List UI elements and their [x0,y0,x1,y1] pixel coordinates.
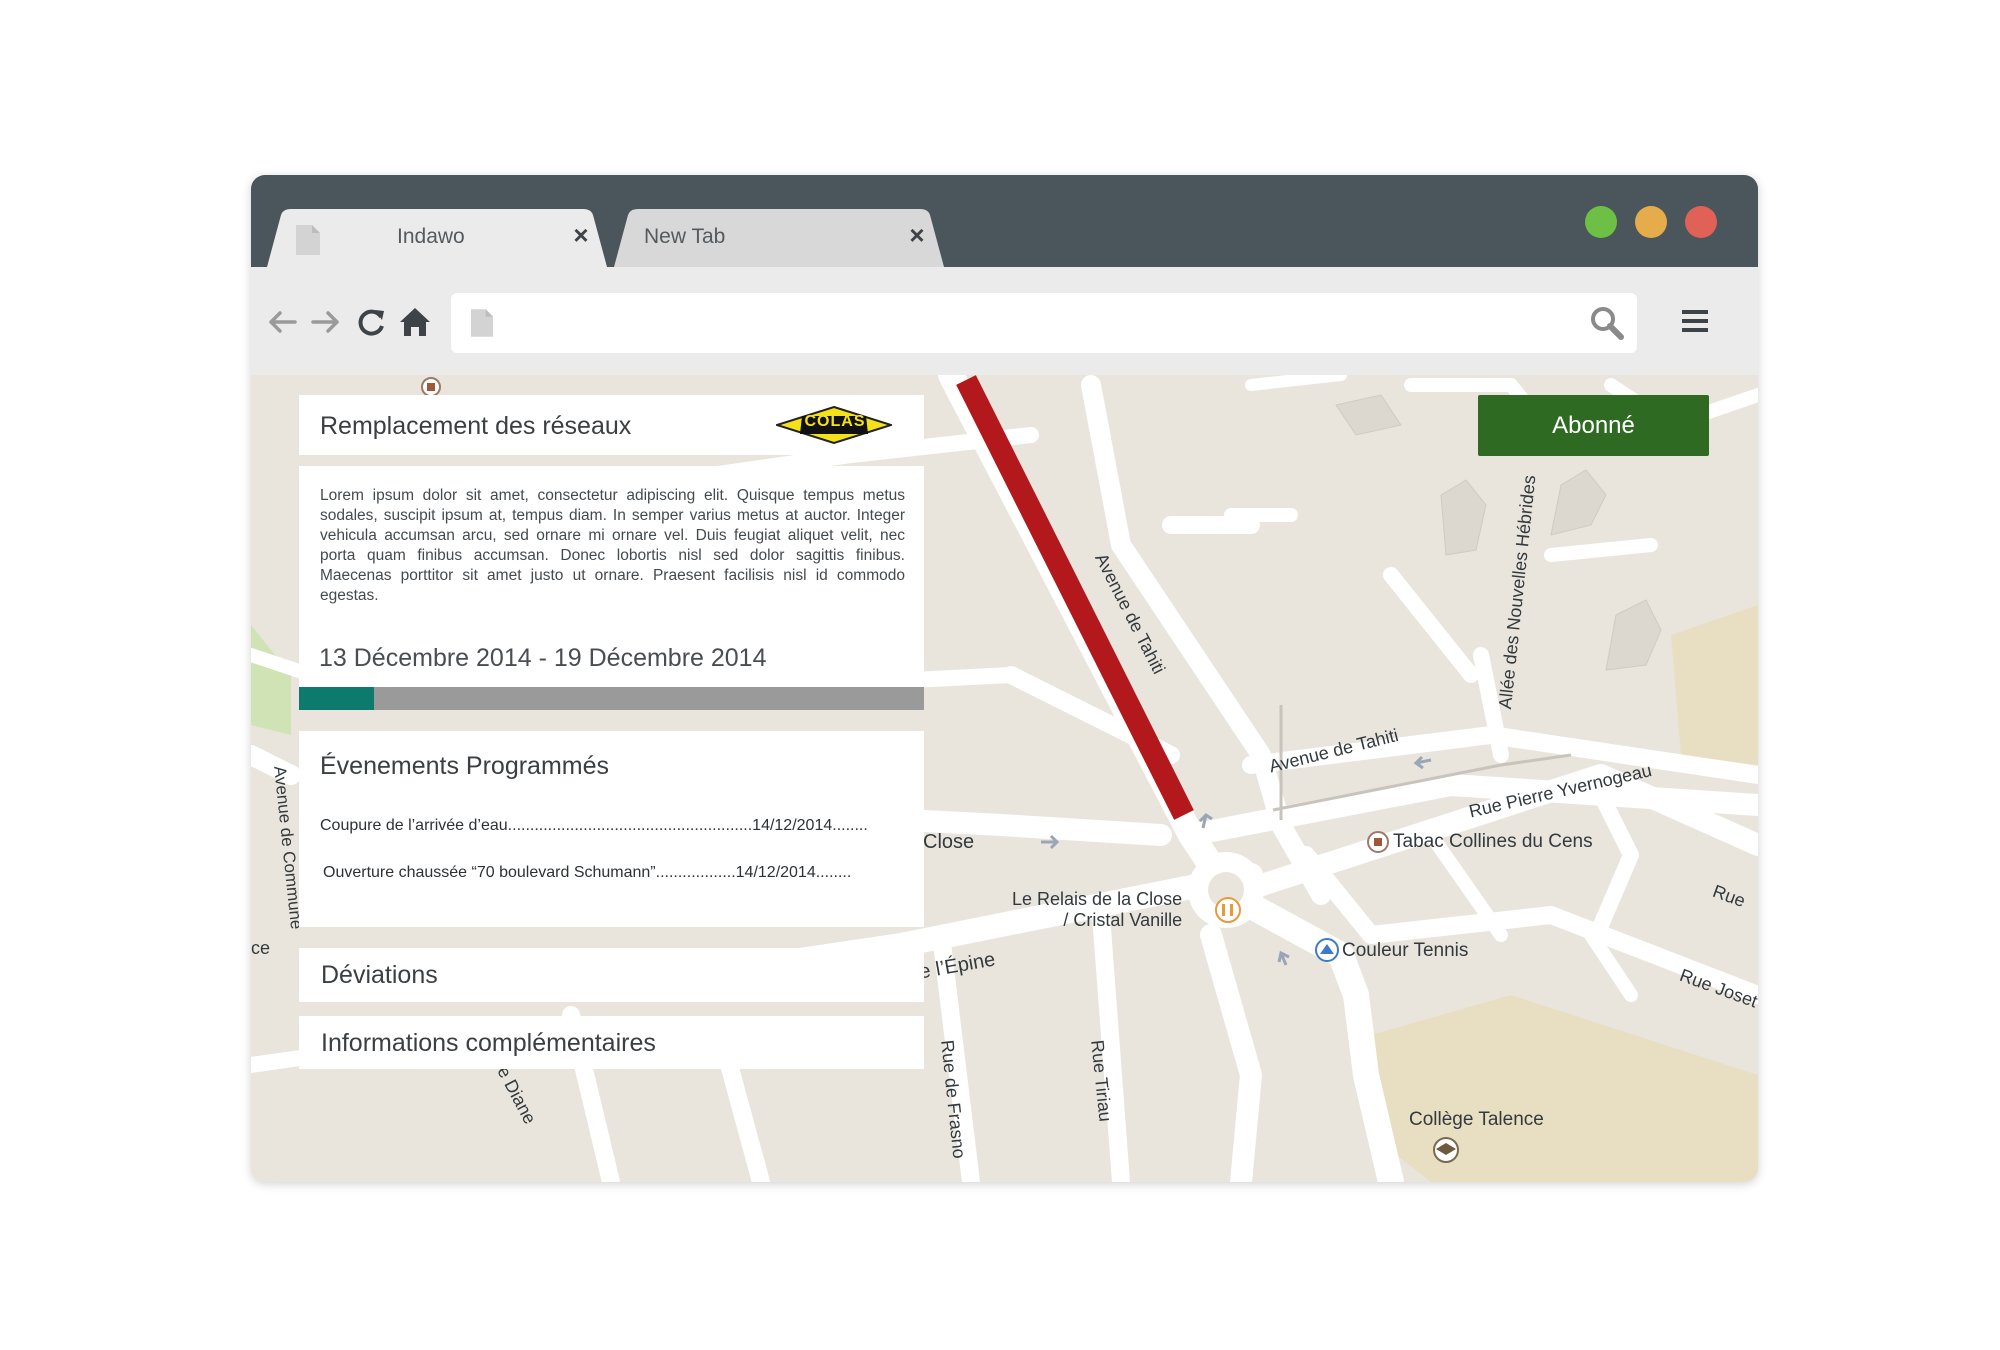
forward-arrow-icon[interactable] [309,305,343,339]
street-label: Close [923,831,975,853]
event-item[interactable]: Ouverture chaussée “70 boulevard Schuman… [323,864,851,882]
deviations-section[interactable]: Déviations [299,948,924,1002]
poi-label-tennis[interactable]: Couleur Tennis [1342,940,1468,962]
tab-new-tab[interactable]: New Tab × [614,209,954,267]
deviations-title: Déviations [321,961,438,989]
reload-icon[interactable] [354,305,388,339]
events-card: Évenements Programmés Coupure de l’arriv… [299,731,924,927]
close-icon[interactable]: × [570,222,592,248]
street-label: ce [251,938,271,958]
additional-info-section[interactable]: Informations complémentaires [299,1016,924,1069]
project-title-card: Remplacement des réseaux COLAS [299,395,924,455]
browser-toolbar [251,267,1758,375]
project-dates: 13 Décembre 2014 - 19 Décembre 2014 [319,644,767,672]
search-icon[interactable] [1589,305,1625,341]
browser-window: Indawo × New Tab × Avenue de Tahiti Aven… [251,175,1758,1182]
tab-label: New Tab [644,225,726,248]
menu-icon[interactable] [1682,308,1708,334]
address-bar[interactable] [451,293,1637,353]
event-item[interactable]: Coupure de l’arrivée d’eau..............… [320,817,868,835]
progress-bar [299,687,924,710]
additional-info-title: Informations complémentaires [321,1029,656,1057]
events-heading: Évenements Programmés [320,752,610,780]
project-description: Lorem ipsum dolor sit amet, consectetur … [320,487,905,604]
page-icon [296,225,320,255]
page-icon [471,309,493,337]
minimize-button[interactable] [1635,206,1667,238]
title-bar: Indawo × New Tab × [251,175,1758,267]
progress-fill [299,687,374,710]
poi-label-college[interactable]: Collège Talence [1409,1109,1544,1131]
project-title: Remplacement des réseaux [320,412,632,440]
close-window-button[interactable] [1685,206,1717,238]
home-icon[interactable] [398,305,432,339]
subscribe-button[interactable]: Abonné [1478,395,1709,456]
poi-label-tabac[interactable]: Tabac Collines du Cens [1393,831,1593,853]
tab-label: Indawo [397,225,465,248]
logo-text: COLAS [804,413,866,430]
project-description-card: Lorem ipsum dolor sit amet, consectetur … [299,466,924,710]
map-viewport[interactable]: Avenue de Tahiti Avenue de Tahiti Rue Pi… [251,375,1758,1182]
back-arrow-icon[interactable] [265,305,299,339]
close-icon[interactable]: × [906,222,928,248]
poi-label-relais[interactable]: Le Relais de la Close / Cristal Vanille [1012,889,1182,931]
tab-indawo[interactable]: Indawo × [267,209,617,267]
maximize-button[interactable] [1585,206,1617,238]
